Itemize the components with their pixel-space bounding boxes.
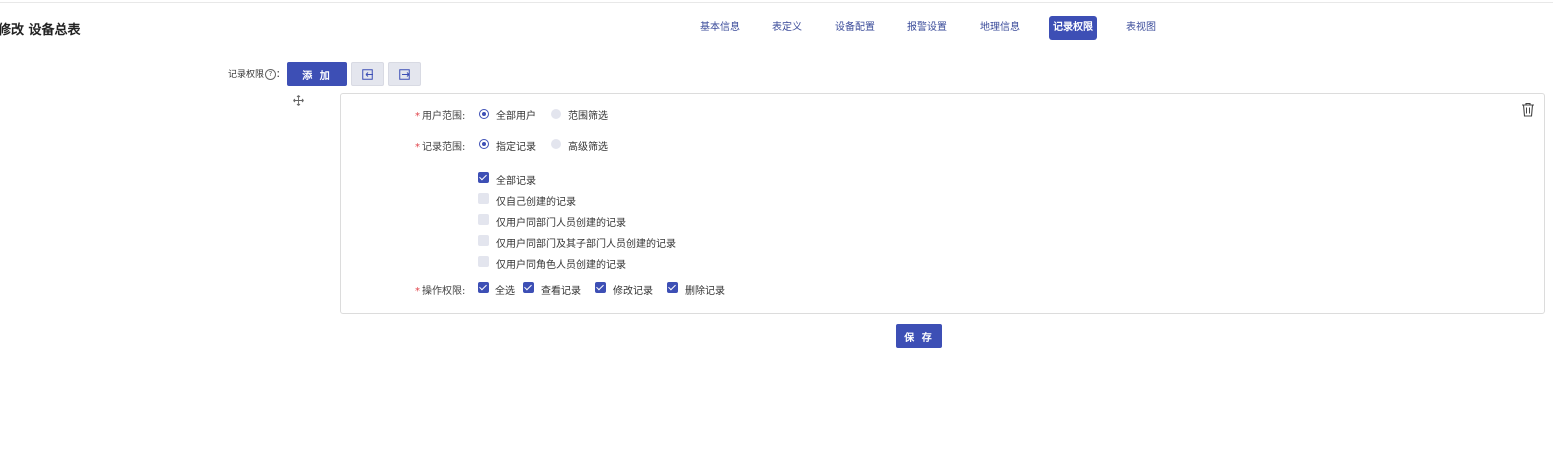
record-scope-label: * 记录范围: xyxy=(415,138,465,153)
op-edit-label[interactable]: 修改记录 xyxy=(613,282,653,297)
record-scope-specified-label[interactable]: 指定记录 xyxy=(496,138,536,153)
tab-device-config[interactable]: 设备配置 xyxy=(831,16,879,40)
operations-label-text: 操作权限: xyxy=(422,286,466,297)
record-scope-specified-radio[interactable] xyxy=(479,139,489,149)
user-scope-filter-label[interactable]: 范围筛选 xyxy=(568,107,608,122)
top-divider xyxy=(0,2,1553,3)
op-select-all-checkbox[interactable] xyxy=(478,282,489,293)
export-icon xyxy=(399,69,410,80)
record-all-checkbox[interactable] xyxy=(478,172,489,183)
record-same-role-checkbox[interactable] xyxy=(478,256,489,267)
op-delete-checkbox[interactable] xyxy=(667,282,678,293)
required-mark: * xyxy=(415,286,420,297)
record-scope-label-text: 记录范围: xyxy=(422,142,466,153)
tab-table-view[interactable]: 表视图 xyxy=(1122,16,1160,40)
import-icon xyxy=(362,69,373,80)
record-same-role-label[interactable]: 仅用户同角色人员创建的记录 xyxy=(496,256,626,271)
tab-record-permission[interactable]: 记录权限 xyxy=(1049,16,1097,40)
op-view-checkbox[interactable] xyxy=(523,282,534,293)
required-mark: * xyxy=(415,111,420,122)
op-delete-label[interactable]: 删除记录 xyxy=(685,282,725,297)
tab-geo-info[interactable]: 地理信息 xyxy=(976,16,1024,40)
tab-table-definition[interactable]: 表定义 xyxy=(768,16,806,40)
op-edit-checkbox[interactable] xyxy=(595,282,606,293)
record-own-checkbox[interactable] xyxy=(478,193,489,204)
record-all-label[interactable]: 全部记录 xyxy=(496,172,536,187)
record-scope-advanced-label[interactable]: 高级筛选 xyxy=(568,138,608,153)
record-dept-sub-label[interactable]: 仅用户同部门及其子部门人员创建的记录 xyxy=(496,235,676,250)
page-title: 修改 设备总表 xyxy=(0,23,81,38)
record-scope-advanced-radio[interactable] xyxy=(551,139,561,149)
record-same-dept-label[interactable]: 仅用户同部门人员创建的记录 xyxy=(496,214,626,229)
export-button[interactable] xyxy=(388,62,421,86)
import-button[interactable] xyxy=(351,62,384,86)
operations-label: * 操作权限: xyxy=(415,282,465,297)
user-scope-all-label[interactable]: 全部用户 xyxy=(496,107,536,122)
user-scope-all-radio[interactable] xyxy=(479,109,489,119)
trash-icon[interactable] xyxy=(1521,102,1535,117)
save-button[interactable]: 保 存 xyxy=(896,324,942,348)
record-own-label[interactable]: 仅自己创建的记录 xyxy=(496,193,576,208)
add-button[interactable]: 添 加 xyxy=(287,62,347,86)
required-mark: * xyxy=(415,142,420,153)
label-colon: ： xyxy=(276,70,286,80)
record-same-dept-checkbox[interactable] xyxy=(478,214,489,225)
tab-basic-info[interactable]: 基本信息 xyxy=(696,16,744,40)
question-circle-icon[interactable]: ? xyxy=(265,69,277,80)
op-view-label[interactable]: 查看记录 xyxy=(541,282,581,297)
op-select-all-label[interactable]: 全选 xyxy=(495,282,515,297)
user-scope-filter-radio[interactable] xyxy=(551,109,561,119)
record-dept-sub-checkbox[interactable] xyxy=(478,235,489,246)
record-permission-label-text: 记录权限 xyxy=(228,70,265,80)
user-scope-label-text: 用户范围: xyxy=(422,111,466,122)
record-permission-label: 记录权限?： xyxy=(228,67,285,80)
tab-alarm-settings[interactable]: 报警设置 xyxy=(903,16,951,40)
page: 修改 设备总表 基本信息 表定义 设备配置 报警设置 地理信息 记录权限 表视图… xyxy=(0,0,1553,455)
move-icon[interactable] xyxy=(293,95,304,106)
user-scope-label: * 用户范围: xyxy=(415,107,465,122)
